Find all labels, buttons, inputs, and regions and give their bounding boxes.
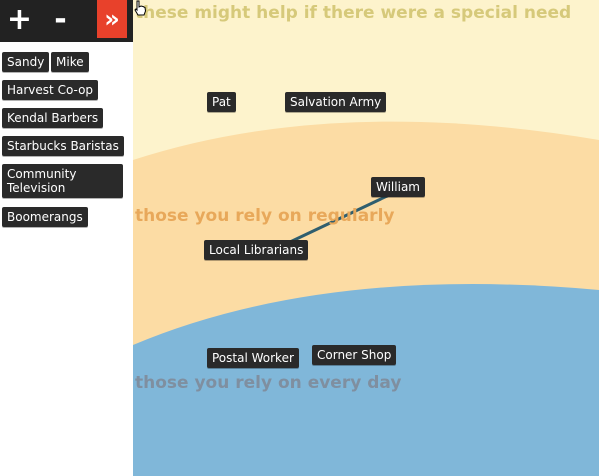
node-pat[interactable]: Pat bbox=[207, 92, 236, 112]
node-corner-shop[interactable]: Corner Shop bbox=[312, 345, 397, 365]
hand-cursor-icon bbox=[134, 0, 147, 16]
node-local-librarians[interactable]: Local Librarians bbox=[204, 240, 309, 260]
sidebar-chip-community-television[interactable]: Community Television bbox=[2, 164, 123, 198]
zone-label-every-day: those you rely on every day bbox=[135, 373, 402, 393]
zone-background bbox=[133, 0, 599, 476]
sidebar-chip-mike[interactable]: Mike bbox=[51, 52, 89, 72]
sidebar-chip-boomerangs[interactable]: Boomerangs bbox=[2, 207, 88, 227]
expand-chevron-button[interactable]: » bbox=[97, 0, 127, 38]
zone-label-regular: those you rely on regularly bbox=[135, 206, 395, 226]
sidebar-chip-starbucks-baristas[interactable]: Starbucks Baristas bbox=[2, 136, 124, 156]
remove-button[interactable]: - bbox=[43, 0, 78, 38]
node-salvation-army[interactable]: Salvation Army bbox=[285, 92, 387, 112]
toolbar: + - » bbox=[0, 0, 133, 42]
sidebar-chip-harvest-coop[interactable]: Harvest Co-op bbox=[2, 80, 99, 100]
node-william[interactable]: William bbox=[371, 177, 425, 197]
node-postal-worker[interactable]: Postal Worker bbox=[207, 348, 299, 368]
sidebar-chip-sandy[interactable]: Sandy bbox=[2, 52, 50, 72]
relationship-canvas[interactable]: these might help if there were a special… bbox=[133, 0, 599, 476]
sidebar: + - » Sandy Mike Harvest Co-op Kendal Ba… bbox=[0, 0, 133, 476]
sidebar-chip-kendal-barbers[interactable]: Kendal Barbers bbox=[2, 108, 104, 128]
zone-label-special-need: these might help if there were a special… bbox=[135, 3, 572, 23]
add-button[interactable]: + bbox=[2, 0, 37, 38]
